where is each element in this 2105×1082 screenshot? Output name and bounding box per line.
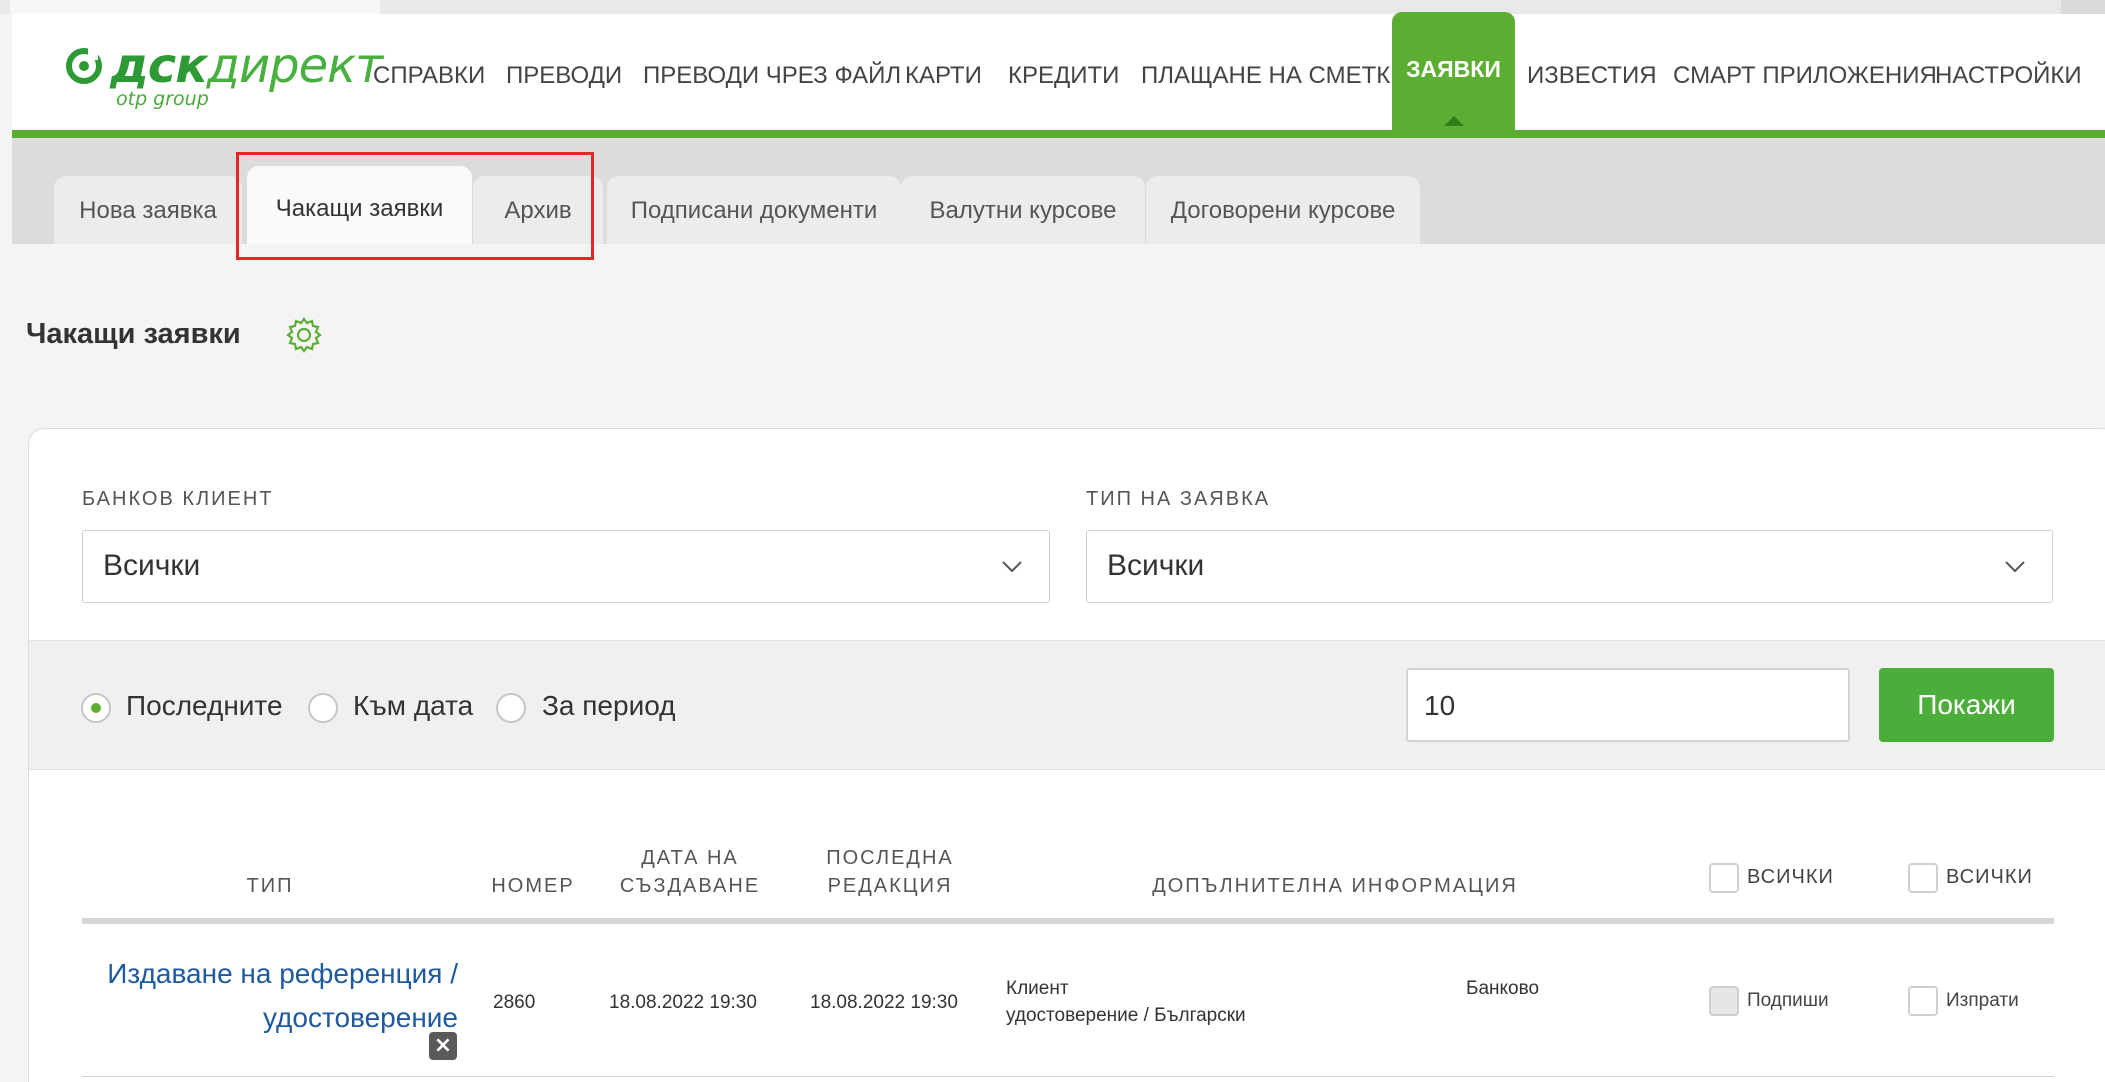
annotation-highlight-box — [236, 152, 594, 260]
row-sign-checkbox[interactable] — [1709, 986, 1739, 1016]
nav-item-prevodi-fail[interactable]: ПРЕВОДИ ЧРЕЗ ФАЙЛ — [643, 62, 901, 90]
nav-item-smart[interactable]: СМАРТ ПРИЛОЖЕНИЯ — [1673, 62, 1937, 90]
row-created: 18.08.2022 19:30 — [609, 992, 757, 1013]
row-type-line1: Издаване на референция / — [107, 958, 458, 989]
show-button[interactable]: Покажи — [1879, 668, 2054, 742]
window-edge — [2061, 0, 2105, 14]
tab-currency-rates[interactable]: Валутни курсове — [901, 176, 1145, 244]
radio-to-date[interactable] — [308, 693, 338, 723]
logo-wordmark: дскдирект — [110, 38, 383, 94]
gear-icon[interactable] — [285, 316, 323, 354]
chevron-down-icon — [2005, 561, 2025, 573]
radio-period[interactable] — [496, 693, 526, 723]
col-header-edited-2: РЕДАКЦИЯ — [827, 875, 953, 897]
request-type-select[interactable]: Всички — [1086, 530, 2053, 603]
count-input[interactable]: 10 — [1406, 668, 1850, 742]
nav-item-prevodi[interactable]: ПРЕВОДИ — [506, 62, 622, 90]
select-all-send-checkbox[interactable] — [1908, 863, 1938, 893]
logo[interactable]: дскдирект otp group — [66, 38, 383, 118]
row-send-label: Изпрати — [1946, 990, 2019, 1011]
header-divider — [12, 130, 2105, 138]
active-caret-icon — [1444, 116, 1464, 126]
nav-item-plashtane[interactable]: ПЛАЩАНЕ НА СМЕТКИ — [1141, 62, 1407, 90]
radio-last-label[interactable]: Последните — [126, 690, 283, 722]
radio-period-label[interactable]: За период — [542, 690, 676, 722]
row-edited: 18.08.2022 19:30 — [810, 992, 958, 1013]
row-divider — [82, 1076, 2054, 1077]
row-type-link[interactable]: Издаване на референция / удостоверение — [82, 952, 458, 1040]
select-all-send-label: ВСИЧКИ — [1946, 866, 2033, 888]
tab-signed-documents[interactable]: Подписани документи — [607, 176, 901, 244]
row-info-line3: Банково — [1466, 978, 1540, 999]
nav-item-nastroiki[interactable]: НАСТРОЙКИ — [1935, 62, 2082, 90]
chevron-down-icon — [1002, 561, 1022, 573]
page-title: Чакащи заявки — [26, 318, 241, 350]
select-all-sign-label: ВСИЧКИ — [1747, 866, 1834, 888]
delete-icon[interactable]: × — [429, 1032, 457, 1060]
col-header-type: ТИП — [246, 875, 294, 897]
row-number: 2860 — [493, 992, 536, 1013]
logo-mark-icon — [66, 48, 102, 84]
row-type-line2: удостоверение — [262, 1002, 458, 1033]
row-sign-label: Подпиши — [1747, 990, 1829, 1011]
client-select[interactable]: Всички — [82, 530, 1050, 603]
request-type-select-value: Всички — [1107, 549, 1205, 582]
row-send-checkbox[interactable] — [1908, 986, 1938, 1016]
col-header-edited-1: ПОСЛЕДНА — [826, 847, 954, 869]
nav-item-krediti[interactable]: КРЕДИТИ — [1008, 62, 1119, 90]
col-header-number: НОМЕР — [491, 875, 575, 897]
logo-subtitle: otp group — [116, 88, 209, 110]
col-header-created-2: СЪЗДАВАНЕ — [619, 875, 761, 897]
col-header-info: ДОПЪЛНИТЕЛНА ИНФОРМАЦИЯ — [1152, 875, 1518, 897]
radio-last[interactable] — [81, 693, 111, 723]
tab-agreed-rates[interactable]: Договорени курсове — [1146, 176, 1420, 244]
select-all-sign-checkbox[interactable] — [1709, 863, 1739, 893]
nav-item-izvestiya[interactable]: ИЗВЕСТИЯ — [1527, 62, 1657, 90]
col-header-created-1: ДАТА НА — [641, 847, 739, 869]
row-info-line1: Клиент — [1006, 978, 1069, 999]
nav-item-spravki[interactable]: СПРАВКИ — [373, 62, 485, 90]
nav-item-zayavki-label: ЗАЯВКИ — [1406, 56, 1501, 82]
row-info-line2: удостоверение / Български — [1006, 1005, 1246, 1026]
radio-to-date-label[interactable]: Към дата — [353, 690, 473, 722]
nav-item-zayavki[interactable]: ЗАЯВКИ — [1392, 12, 1515, 132]
table-header-divider — [82, 918, 2054, 924]
tab-new-request[interactable]: Нова заявка — [54, 176, 242, 244]
client-select-value: Всички — [103, 549, 201, 582]
top-strip-tab — [10, 0, 380, 14]
nav-item-karti[interactable]: КАРТИ — [905, 62, 982, 90]
client-label: БАНКОВ КЛИЕНТ — [82, 488, 274, 510]
request-type-label: ТИП НА ЗАЯВКА — [1086, 488, 1271, 510]
